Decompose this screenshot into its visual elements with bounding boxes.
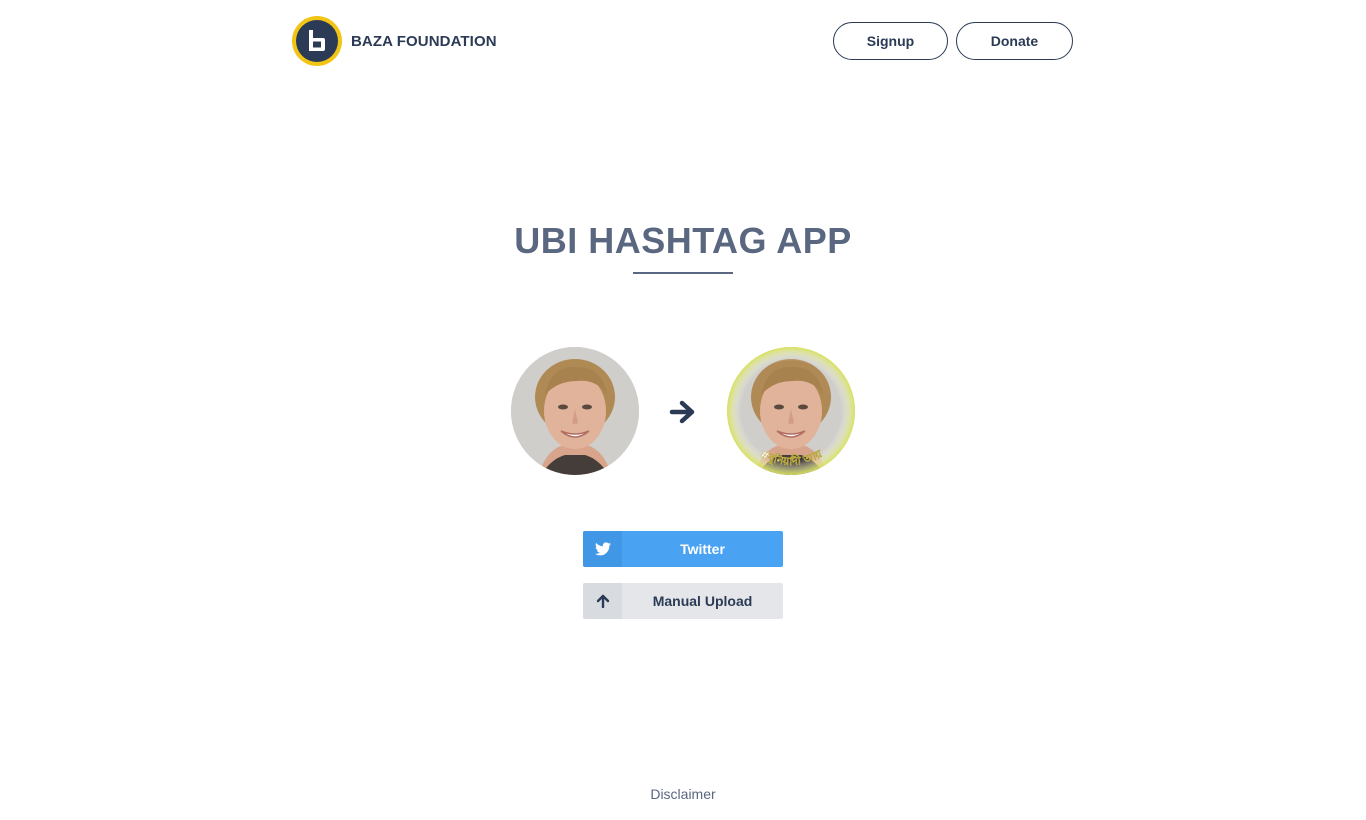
disclaimer-link[interactable]: Disclaimer (0, 786, 1366, 802)
donate-button[interactable]: Donate (956, 22, 1073, 60)
brand-link[interactable]: BAZA FOUNDATION (292, 16, 497, 66)
framed-avatar: #বুনিয়াদী আয় (727, 347, 855, 475)
original-avatar (511, 347, 639, 475)
twitter-button[interactable]: Twitter (583, 531, 783, 567)
arrow-up-icon (583, 583, 622, 619)
manual-upload-button[interactable]: Manual Upload (583, 583, 783, 619)
arrow-right-icon (668, 397, 698, 427)
page-title: UBI HASHTAG APP (514, 220, 852, 261)
baza-logo-icon (292, 16, 342, 66)
page: BAZA FOUNDATION Signup Donate UBI HASHTA… (0, 0, 1366, 820)
twitter-button-label: Twitter (680, 541, 725, 557)
brand-name: BAZA FOUNDATION (351, 32, 497, 50)
manual-upload-label: Manual Upload (652, 593, 753, 609)
signup-button[interactable]: Signup (833, 22, 948, 60)
twitter-icon (583, 531, 622, 567)
title-underline (633, 272, 733, 274)
